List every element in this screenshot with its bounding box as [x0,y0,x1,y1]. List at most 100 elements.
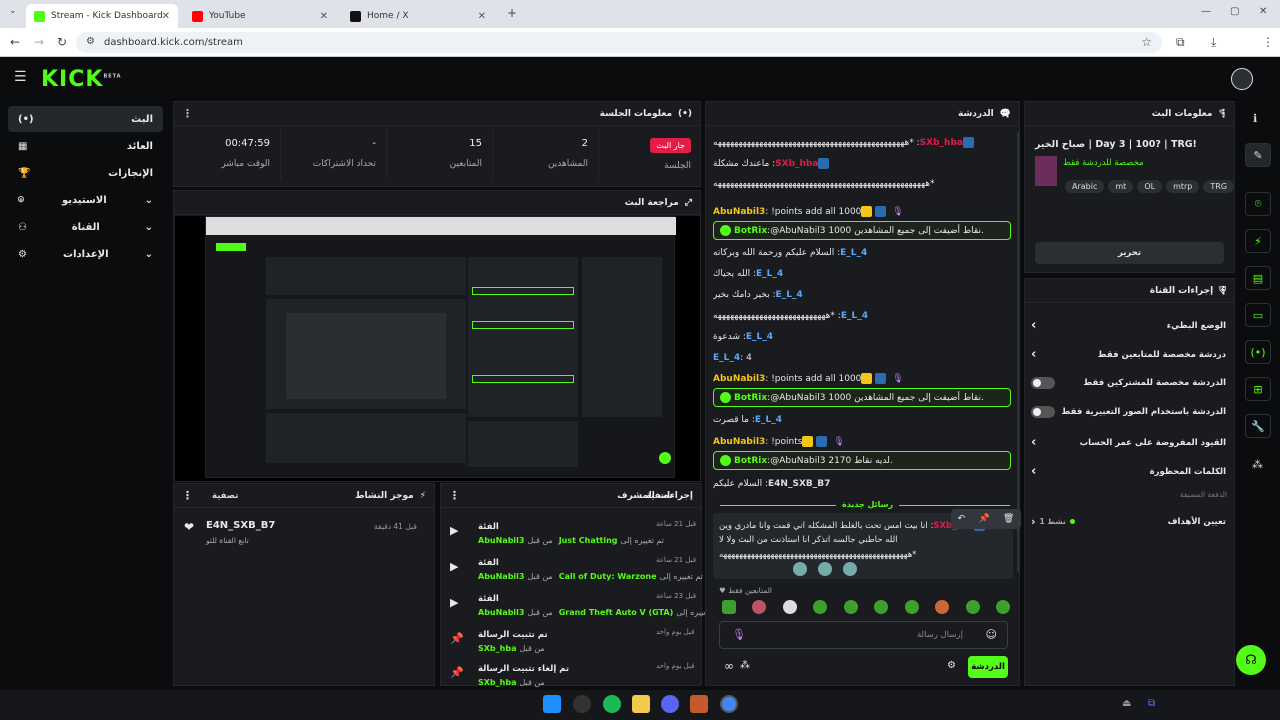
channel-action-row[interactable]: الدردشة باستخدام الصور التعبيرية فقط [1031,406,1226,418]
user-avatar[interactable] [1231,68,1253,90]
points-icon[interactable]: ⁂ [740,660,750,671]
reload-icon[interactable]: ↻ [57,35,67,49]
category-value[interactable]: Call of Duty: Warzone [559,572,657,581]
mod-user[interactable]: AbuNabil3 [478,608,524,617]
set-goals-row[interactable]: تعيين الأهداف › نشط 1 [1031,515,1226,528]
emoji-icon[interactable]: ☺ [986,628,997,641]
wrench-shortcut-icon[interactable]: 🔧 [1245,414,1271,438]
help-button[interactable]: ☊ [1236,645,1266,675]
send-chat-button[interactable]: الدردشة [968,656,1008,678]
app-icon[interactable] [690,695,708,713]
nav-item-studio[interactable]: ⌾ الاستيديو ⌄ [8,187,163,213]
chat-username[interactable]: E_L_4 [755,415,782,425]
stream-tag[interactable]: mtrp [1166,180,1200,193]
undo-icon[interactable]: ↶ [958,514,966,524]
tab-x[interactable]: Home / X ✕ [342,4,494,28]
activity-user[interactable]: E4N_SXB_B7 [206,520,275,531]
forward-icon[interactable]: → [34,35,44,49]
emote-icon[interactable] [782,600,797,614]
more-options-icon[interactable]: ⋮ [182,107,193,120]
edit-button[interactable]: تحرير [1035,242,1224,264]
discord-icon[interactable] [661,695,679,713]
chat-username[interactable]: SXb_hba [920,138,963,148]
stream-preview-video[interactable] [175,216,700,481]
more-options-icon[interactable]: ⋮ [1002,107,1013,120]
download-icon[interactable]: ⤓ [1211,35,1216,50]
infinity-icon[interactable]: ∞ [724,659,734,673]
filter-button[interactable]: تصفية [212,491,238,501]
channel-action-row[interactable]: القيود المفروضة على عمر الحساب › [1031,435,1226,450]
stream-tag[interactable]: TRG [1203,180,1235,193]
mod-user[interactable]: SXb_hba [478,644,516,653]
stream-category[interactable]: مخصصة للدردشة فقط [1063,158,1144,168]
tray-icon[interactable]: ⏏ [1122,698,1131,709]
emote-icon[interactable] [722,600,736,614]
trash-icon[interactable]: 🗑 [1003,514,1014,524]
hamburger-menu-icon[interactable]: ☰ [14,69,27,85]
new-tab-icon[interactable]: + [507,6,517,20]
emote-icon[interactable] [904,600,919,614]
chat-settings-icon[interactable]: ⚙ [947,660,956,671]
emote-icon[interactable] [935,600,950,614]
bookmark-star-icon[interactable]: ☆ [1141,35,1152,49]
chat-username[interactable]: E_L_4 [840,248,867,258]
chat-username[interactable]: AbuNabil3 [713,207,765,217]
chat-scrollbar[interactable] [1017,132,1020,572]
chat-username[interactable]: E_L_4 [776,290,803,300]
chat-username[interactable]: E_L_4 [841,311,868,321]
channel-action-row[interactable]: الوضع البطيء › [1031,318,1226,333]
info-icon[interactable]: ℹ [1253,112,1257,125]
chrome-icon[interactable] [720,695,738,713]
windows-start-icon[interactable] [543,695,561,713]
toggle-switch[interactable] [1031,406,1055,418]
more-options-icon[interactable]: ⋮ [1218,107,1229,120]
chrome-menu-icon[interactable]: ⋮ [1262,35,1274,49]
tray-icon[interactable]: ⧉ [1148,698,1155,709]
kick-logo[interactable]: KICKBETA [41,67,122,92]
emote-icon[interactable] [752,600,767,614]
emote-icon[interactable] [843,600,858,614]
chat-shortcut-icon[interactable]: ▭ [1245,303,1271,327]
clipboard-shortcut-icon[interactable]: ▤ [1245,266,1271,290]
pin-icon[interactable]: 📌 [978,514,989,524]
layout-shortcut-icon[interactable]: ⊞ [1245,377,1271,401]
chat-input[interactable]: 🎙 إرسال رسالة ☺ [719,621,1008,649]
emote-icon[interactable] [813,600,828,614]
chat-username[interactable]: AbuNabil3 [713,374,765,384]
nav-item-revenue[interactable]: ▦ العائد [8,133,163,159]
stream-tag[interactable]: OL [1137,180,1163,193]
tab-kick-dashboard[interactable]: Stream - Kick Dashboard ✕ [26,4,178,28]
chat-username[interactable]: E_L_4 [713,353,740,363]
site-info-icon[interactable]: ⚙ [86,36,95,47]
maximize-icon[interactable]: ▢ [1230,6,1239,17]
chat-username[interactable]: E4N_SXB_B7 [768,479,830,489]
more-shortcuts-icon[interactable]: ⁂ [1252,458,1263,471]
lightning-shortcut-icon[interactable]: ⚡ [1245,229,1271,253]
emote-icon[interactable] [995,600,1010,614]
category-value[interactable]: Just Chatting [559,536,618,545]
nav-item-broadcast[interactable]: (•) البث [8,106,163,132]
channel-action-row[interactable]: الدردشة مخصصة للمشتركين فقط [1031,377,1226,389]
stream-tag[interactable]: Arabic [1065,180,1105,193]
spotify-icon[interactable] [603,695,621,713]
toggle-switch[interactable] [1031,377,1055,389]
url-field[interactable]: ⚙ dashboard.kick.com/stream ☆ [76,32,1162,53]
close-tab-icon[interactable]: ✕ [162,11,170,22]
window-close-icon[interactable]: ✕ [1259,6,1267,17]
minimize-icon[interactable]: — [1201,6,1211,17]
mod-user[interactable]: SXb_hba [478,678,516,687]
extensions-icon[interactable]: ⧉ [1176,35,1185,50]
folder-icon[interactable] [632,695,650,713]
nav-item-settings[interactable]: ⚙ الإعدادات ⌄ [8,241,163,267]
camera-shortcut-icon[interactable]: ⌾ [1245,192,1271,216]
tab-youtube[interactable]: YouTube ✕ [184,4,336,28]
channel-action-row[interactable]: الكلمات المحظورة › [1031,464,1226,479]
more-options-icon[interactable]: ⋮ [1218,284,1229,297]
edit-shortcut-icon[interactable]: ✎ [1245,143,1271,167]
tab-list-chevron-icon[interactable]: ⌄ [9,6,17,16]
nav-item-channel[interactable]: ⚇ القناة ⌄ [8,214,163,240]
broadcast-shortcut-icon[interactable]: (•) [1245,340,1271,364]
chat-username[interactable]: BotRix [734,456,767,466]
chat-username[interactable]: BotRix [734,393,767,403]
close-tab-icon[interactable]: ✕ [320,11,328,22]
